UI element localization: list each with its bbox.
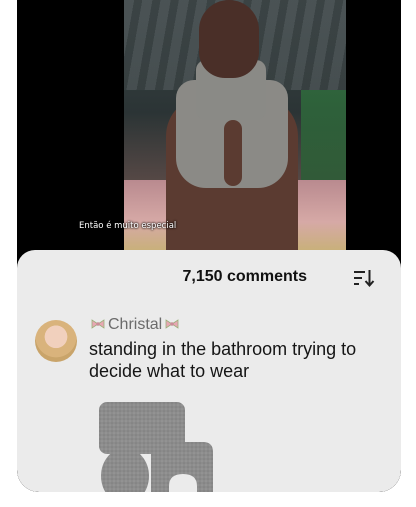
video-caption: Então é muito especial [79, 221, 177, 231]
comment-author[interactable]: Christal [90, 316, 180, 334]
username[interactable]: Christal [108, 316, 162, 334]
comments-sheet: 7,150 comments Christal standing in the … [17, 250, 401, 492]
person-head [199, 0, 259, 78]
bow-icon [91, 319, 105, 329]
avatar[interactable] [35, 320, 77, 362]
comments-count: 7,150 comments [182, 268, 307, 285]
bow-icon [165, 319, 179, 329]
comment-text: standing in the bathroom trying to decid… [89, 339, 357, 381]
video-player[interactable]: Então é muito especial [17, 0, 401, 250]
bathroom-mat-image[interactable] [97, 400, 217, 492]
video-frame [124, 0, 346, 250]
sort-icon[interactable] [353, 269, 375, 287]
phone-screen: Então é muito especial 7,150 comments Ch… [17, 0, 401, 492]
top-cutout [224, 120, 242, 186]
